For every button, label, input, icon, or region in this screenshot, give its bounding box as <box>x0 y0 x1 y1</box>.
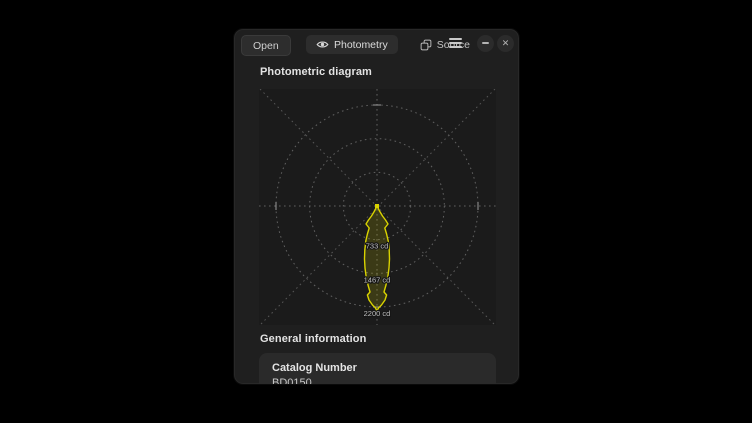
source-icon <box>420 39 432 51</box>
ring-value-label: 733 cd <box>366 242 389 251</box>
photometric-diagram-panel: 733 cd 1467 cd 2200 cd <box>259 89 496 325</box>
open-button[interactable]: Open <box>241 35 291 56</box>
photometry-app-window: Open Photometry Source ✕ Photometric dia… <box>233 28 520 385</box>
photometric-diagram-title: Photometric diagram <box>260 66 372 78</box>
catalog-number-card: Catalog Number BD0150 <box>259 353 496 385</box>
beam-center-marker <box>375 204 379 208</box>
close-button[interactable]: ✕ <box>497 34 514 52</box>
catalog-number-value: BD0150 <box>272 377 312 385</box>
photometric-polar-chart: 733 cd 1467 cd 2200 cd <box>259 89 496 325</box>
close-icon: ✕ <box>501 37 510 48</box>
hamburger-menu-icon[interactable] <box>443 34 467 52</box>
catalog-number-label: Catalog Number <box>272 362 357 374</box>
ring-value-label: 1467 cd <box>364 275 391 284</box>
minimize-icon <box>482 42 489 44</box>
tab-photometry[interactable]: Photometry <box>306 35 398 54</box>
eye-icon <box>316 38 329 51</box>
ring-value-label: 2200 cd <box>364 309 391 318</box>
open-button-label: Open <box>253 39 279 52</box>
minimize-button[interactable] <box>477 34 494 52</box>
beam-curve <box>363 205 391 312</box>
general-information-title: General information <box>260 333 367 345</box>
window-controls: ✕ <box>443 34 514 52</box>
tab-photometry-label: Photometry <box>334 38 388 51</box>
